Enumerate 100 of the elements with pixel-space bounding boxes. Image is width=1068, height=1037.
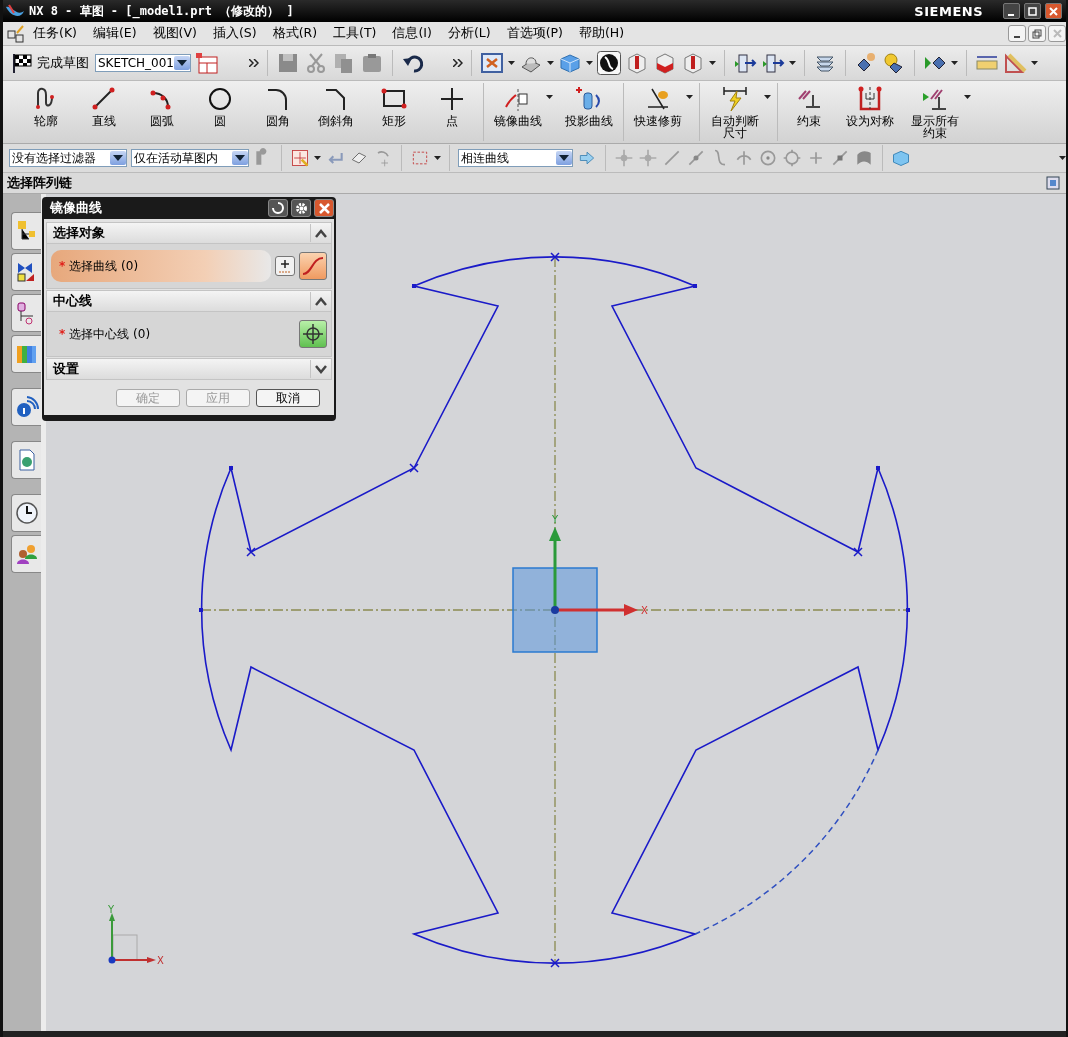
symmetric-constraint-tool-button[interactable]: 设为对称 (842, 81, 898, 127)
section-header[interactable]: 中心线 (46, 290, 332, 312)
caret-icon[interactable] (508, 60, 515, 66)
reset-button[interactable] (268, 199, 288, 217)
point-marker (409, 463, 419, 473)
caret-icon[interactable] (686, 95, 693, 100)
save-icon[interactable] (276, 51, 300, 75)
caret-icon[interactable] (314, 155, 321, 161)
chamfer-tool-button[interactable]: 倒斜角 (311, 81, 361, 127)
info-broadcast-icon[interactable] (14, 395, 39, 419)
close-button[interactable] (1045, 3, 1062, 19)
quick-trim-tool-button[interactable]: 快速修剪 (630, 81, 686, 127)
sketch-name-dropdown[interactable]: SKETCH_001 (95, 54, 191, 72)
resource-tab[interactable] (11, 212, 41, 250)
point-tool-button[interactable]: 点 (427, 81, 477, 127)
menu-item[interactable]: 分析(L) (439, 25, 499, 42)
project-curve-tool-button[interactable]: 投影曲线 (561, 81, 617, 127)
brand-name: SIEMENS (914, 3, 983, 19)
point-icon[interactable] (438, 85, 466, 113)
caret-icon[interactable] (546, 95, 553, 100)
reset-icon[interactable] (272, 202, 284, 214)
protractor-icon[interactable] (1003, 51, 1027, 75)
snap-midpoint-icon[interactable] (686, 148, 706, 168)
double-chevron-icon[interactable] (249, 59, 259, 67)
restore-icon[interactable] (1032, 28, 1042, 39)
caret-icon[interactable] (964, 95, 971, 100)
menu-item[interactable]: 工具(T) (325, 25, 385, 42)
mirror-curve-tool-button[interactable]: 镜像曲线 (490, 81, 546, 127)
sketch-view-icon[interactable] (195, 51, 219, 75)
expand-chevron-icon[interactable] (315, 364, 327, 374)
line-tool-button[interactable]: 直线 (79, 81, 129, 127)
orientation-disc-icon[interactable] (597, 51, 621, 75)
dropdown-arrow-icon[interactable] (559, 154, 569, 162)
task-environment-icon[interactable] (7, 24, 25, 43)
restore-button[interactable] (1028, 25, 1046, 42)
menu-item[interactable]: 首选项(P) (498, 25, 571, 42)
filled-box-icon[interactable] (653, 51, 677, 75)
menu-item[interactable]: 格式(R) (264, 25, 326, 42)
section-title: 设置 (53, 360, 79, 378)
type-filter-dropdown[interactable]: 没有选择过滤器 (9, 149, 127, 167)
box-cylinder-icon[interactable] (681, 51, 705, 75)
curve-rule-dropdown[interactable]: 相连曲线 (458, 149, 573, 167)
maximize-button[interactable] (1024, 3, 1041, 19)
caret-icon[interactable] (951, 60, 958, 66)
arc-tool-button[interactable]: 圆弧 (137, 81, 187, 127)
dropdown-arrow-icon[interactable] (177, 59, 187, 67)
finish-sketch-button[interactable]: 完成草图 (9, 50, 91, 76)
checkered-flag-icon[interactable] (11, 52, 33, 74)
collapse-chevron-icon[interactable] (315, 296, 327, 306)
menu-item[interactable]: 插入(S) (204, 25, 265, 42)
resource-tab[interactable] (11, 494, 41, 532)
minimize-button[interactable] (1003, 3, 1020, 19)
snap-on-curve-icon[interactable] (830, 148, 850, 168)
caret-icon[interactable] (586, 60, 593, 66)
dimension-icon[interactable] (721, 85, 749, 113)
selection-scope-dropdown[interactable]: 仅在活动草图内 (131, 149, 249, 167)
section-header[interactable]: 选择对象 (46, 222, 332, 244)
constraint-tool-button[interactable]: 约束 (784, 81, 834, 127)
menu-item[interactable]: 帮助(H) (570, 25, 633, 42)
section-header[interactable]: 设置 (46, 358, 332, 380)
caret-icon[interactable] (547, 60, 554, 66)
dimension-tool-button[interactable]: 自动判断尺寸 (706, 81, 764, 139)
translucent-box-icon[interactable] (891, 148, 911, 168)
caret-icon[interactable] (1059, 155, 1066, 161)
dialog-button[interactable]: 取消 (256, 389, 320, 407)
circle-tool-button[interactable]: 圆 (195, 81, 245, 127)
menu-item[interactable]: 编辑(E) (84, 25, 145, 42)
clock-icon[interactable] (14, 501, 39, 525)
fit-view-icon[interactable] (480, 51, 504, 75)
dropdown-arrow-icon[interactable] (113, 154, 123, 162)
box-arrow-icon[interactable] (733, 51, 757, 75)
double-chevron-icon[interactable] (453, 59, 463, 67)
menu-item[interactable]: 信息(I) (384, 25, 440, 42)
people-icon[interactable] (14, 542, 39, 566)
snap-face-icon[interactable] (854, 148, 874, 168)
caret-icon[interactable] (789, 60, 796, 66)
show-constraints-tool-button[interactable]: 显示所有约束 (906, 81, 964, 139)
circle-icon[interactable] (206, 85, 234, 113)
caret-icon[interactable] (709, 60, 716, 66)
box-cylinder-icon[interactable] (625, 51, 649, 75)
collapse-chevron-icon[interactable] (315, 228, 327, 238)
snap-point-icon[interactable] (290, 148, 310, 168)
fillet-tool-button[interactable]: 圆角 (253, 81, 303, 127)
minimize-button[interactable] (1008, 25, 1026, 42)
menu-item[interactable]: 任务(K) (25, 25, 85, 42)
rectangle-tool-button[interactable]: 矩形 (369, 81, 419, 127)
caret-icon[interactable] (1031, 60, 1038, 66)
fit-window-icon[interactable] (1046, 176, 1060, 190)
selection-row[interactable]: * 选择曲线 (0) (51, 250, 271, 282)
maximize-icon[interactable] (1028, 6, 1037, 16)
close-button[interactable] (314, 199, 334, 217)
symmetric-constraint-icon[interactable] (856, 85, 884, 113)
caret-icon[interactable] (434, 155, 441, 161)
caret-icon[interactable] (764, 95, 771, 100)
paste-icon[interactable] (360, 51, 384, 75)
box-arrow-icon[interactable] (761, 51, 785, 75)
project-curve-icon[interactable] (575, 85, 603, 113)
menu-item[interactable]: 视图(V) (144, 25, 205, 42)
dropdown-arrow-icon[interactable] (235, 154, 245, 162)
profile-tool-button[interactable]: 轮廓 (21, 81, 71, 127)
